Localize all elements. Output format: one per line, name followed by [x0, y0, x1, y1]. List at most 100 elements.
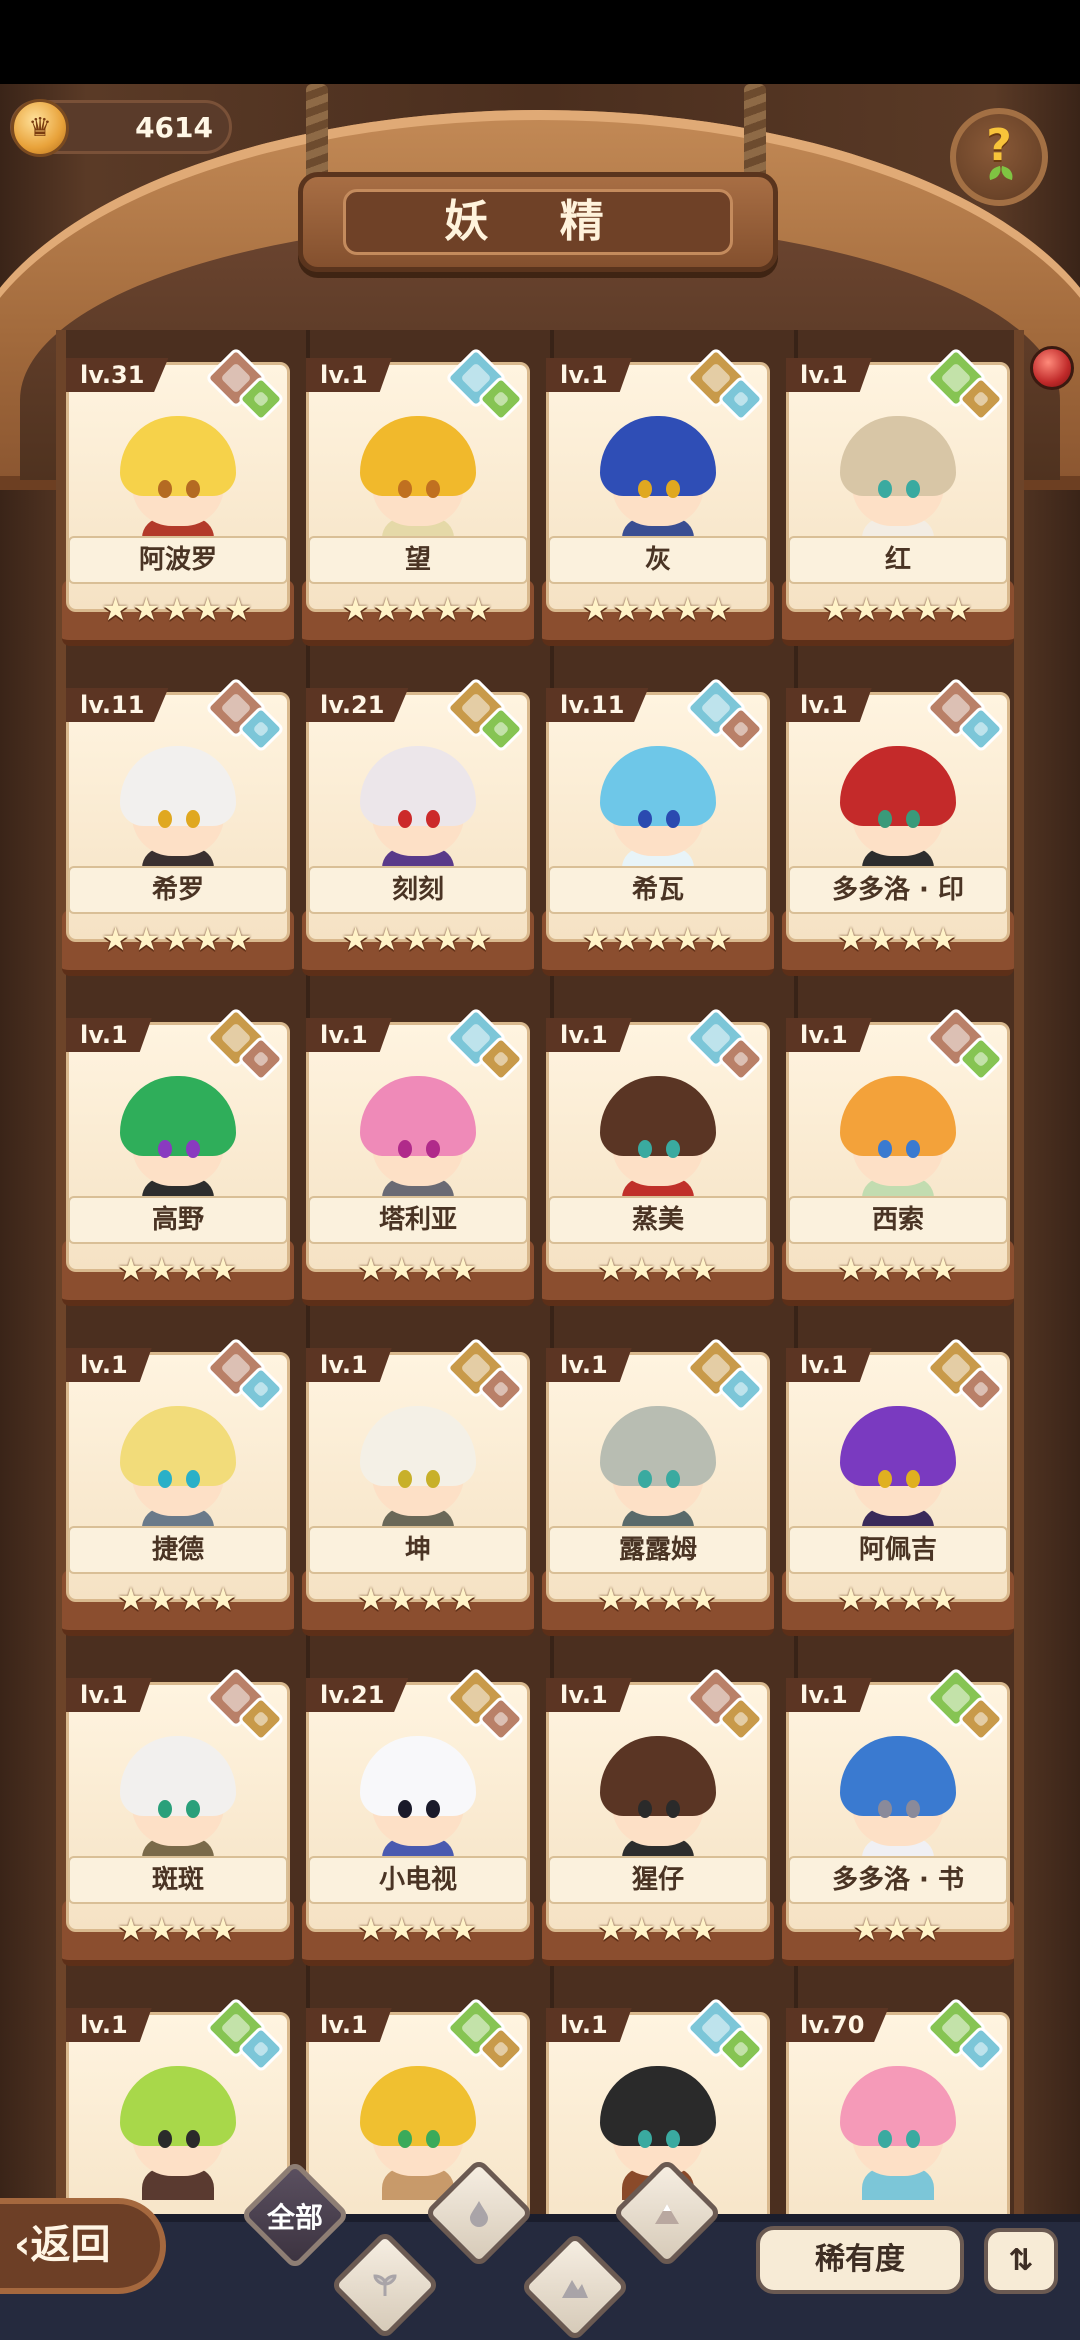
page-title: 妖 精: [343, 189, 733, 255]
level-badge: lv.1: [546, 2008, 632, 2042]
sprout-icon: [373, 2274, 397, 2296]
level-badge: lv.1: [786, 1018, 872, 1052]
level-badge: lv.1: [66, 1018, 152, 1052]
fairy-name: 望: [308, 536, 528, 584]
fairy-card[interactable]: lv.21 刻刻 ★★★★★: [302, 676, 534, 980]
fairy-name: 塔利亚: [308, 1196, 528, 1244]
star-rating: ★★★★★: [101, 590, 255, 628]
sort-order-button[interactable]: ⇅: [984, 2228, 1058, 2294]
fairy-card[interactable]: lv.1 阿佩吉 ★★★★: [782, 1336, 1014, 1640]
fairy-portrait: [582, 728, 734, 880]
star-rating: ★★★: [851, 1910, 945, 1948]
fairy-card[interactable]: lv.1 灰 ★★★★★: [542, 346, 774, 650]
fairy-card[interactable]: lv.1 红 ★★★★★: [782, 346, 1014, 650]
star-rating: ★★★★: [836, 1250, 960, 1288]
star-rating: ★★★★★: [581, 590, 735, 628]
star-rating: ★★★★: [596, 1580, 720, 1618]
fairy-card[interactable]: lv.1 蒸美 ★★★★: [542, 1006, 774, 1310]
fairy-portrait: [342, 728, 494, 880]
fairy-card[interactable]: lv.1 高野 ★★★★: [62, 1006, 294, 1310]
fairy-name: 阿波罗: [68, 536, 288, 584]
level-badge: lv.70: [786, 2008, 889, 2042]
fairy-name: 刻刻: [308, 866, 528, 914]
fairy-card[interactable]: lv.1 斑斑 ★★★★: [62, 1666, 294, 1970]
fairy-name: 蒸美: [548, 1196, 768, 1244]
fairy-card[interactable]: lv.1 猩仔 ★★★★: [542, 1666, 774, 1970]
fairy-name: 猩仔: [548, 1856, 768, 1904]
star-rating: ★★★★: [116, 1910, 240, 1948]
filter-nature-button[interactable]: [329, 2229, 441, 2340]
back-button[interactable]: ‹返回: [0, 2198, 166, 2294]
fairy-card[interactable]: lv.21 小电视 ★★★★: [302, 1666, 534, 1970]
fairy-card[interactable]: lv.11 希瓦 ★★★★★: [542, 676, 774, 980]
fairy-card[interactable]: lv.1 西索 ★★★★: [782, 1006, 1014, 1310]
fairy-portrait: [582, 1718, 734, 1870]
level-badge: lv.1: [306, 1348, 392, 1382]
filter-mountain-button[interactable]: [611, 2157, 723, 2269]
fairy-card[interactable]: lv.11 希罗 ★★★★★: [62, 676, 294, 980]
level-badge: lv.21: [306, 688, 409, 722]
fairy-card[interactable]: lv.31 阿波罗 ★★★★★: [62, 346, 294, 650]
fairy-portrait: [102, 398, 254, 550]
water-drop-icon: [470, 2201, 488, 2227]
fairy-card[interactable]: lv.1 露露姆 ★★★★: [542, 1336, 774, 1640]
fairy-portrait: [342, 1388, 494, 1540]
help-button[interactable]: ?: [950, 108, 1048, 206]
fairy-name: 西索: [788, 1196, 1008, 1244]
fairy-portrait: [342, 1058, 494, 1210]
fairy-name: 高野: [68, 1196, 288, 1244]
fairy-card[interactable]: lv.1 多多洛 · 书 ★★★: [782, 1666, 1014, 1970]
rarity-sort-button[interactable]: 稀有度: [756, 2226, 964, 2294]
fairy-portrait: [102, 728, 254, 880]
fairy-name: 坤: [308, 1526, 528, 1574]
star-rating: ★★★★: [356, 1580, 480, 1618]
level-badge: lv.1: [546, 358, 632, 392]
fairy-portrait: [582, 1058, 734, 1210]
level-badge: lv.1: [306, 2008, 392, 2042]
fairy-card[interactable]: lv.1 坤 ★★★★: [302, 1336, 534, 1640]
question-sprout-icon: ?: [986, 120, 1012, 171]
fairy-portrait: [822, 1718, 974, 1870]
star-rating: ★★★★: [356, 1250, 480, 1288]
notification-gem-icon: [1030, 346, 1074, 390]
fairy-portrait: [582, 1388, 734, 1540]
level-badge: lv.31: [66, 358, 169, 392]
level-badge: lv.1: [786, 1348, 872, 1382]
fairy-card[interactable]: lv.1 望 ★★★★★: [302, 346, 534, 650]
level-badge: lv.1: [306, 1018, 392, 1052]
fairy-portrait: [342, 1718, 494, 1870]
fairy-name: 灰: [548, 536, 768, 584]
fairy-portrait: [822, 728, 974, 880]
star-rating: ★★★★★: [821, 590, 975, 628]
fairy-portrait: [102, 1388, 254, 1540]
fairy-portrait: [822, 1058, 974, 1210]
fairy-portrait: [342, 398, 494, 550]
star-rating: ★★★★★: [581, 920, 735, 958]
fairy-card[interactable]: lv.1 捷德 ★★★★: [62, 1336, 294, 1640]
fairy-name: 斑斑: [68, 1856, 288, 1904]
fairy-card[interactable]: lv.1 塔利亚 ★★★★: [302, 1006, 534, 1310]
level-badge: lv.1: [786, 1678, 872, 1712]
mountain-icon-2: [655, 2204, 679, 2224]
fairy-name: 捷德: [68, 1526, 288, 1574]
level-badge: lv.11: [546, 688, 649, 722]
fairy-name: 多多洛 · 书: [788, 1856, 1008, 1904]
fairy-card[interactable]: lv.1 多多洛 · 印 ★★★★: [782, 676, 1014, 980]
star-rating: ★★★★★: [341, 920, 495, 958]
fairy-portrait: [102, 2048, 254, 2200]
star-rating: ★★★★: [596, 1250, 720, 1288]
coin-display: ♛ 4614: [10, 99, 232, 157]
level-badge: lv.1: [546, 1678, 632, 1712]
fairy-portrait: [582, 398, 734, 550]
filter-water-button[interactable]: [423, 2157, 535, 2269]
level-badge: lv.11: [66, 688, 169, 722]
fairy-portrait: [822, 1388, 974, 1540]
coin-value: 4614: [135, 111, 213, 144]
level-badge: lv.1: [66, 2008, 152, 2042]
fairy-name: 小电视: [308, 1856, 528, 1904]
fairy-portrait: [102, 1058, 254, 1210]
fairy-name: 希瓦: [548, 866, 768, 914]
status-bar: [0, 0, 1080, 84]
mountain-icon: [562, 2280, 588, 2298]
level-badge: lv.1: [66, 1348, 152, 1382]
